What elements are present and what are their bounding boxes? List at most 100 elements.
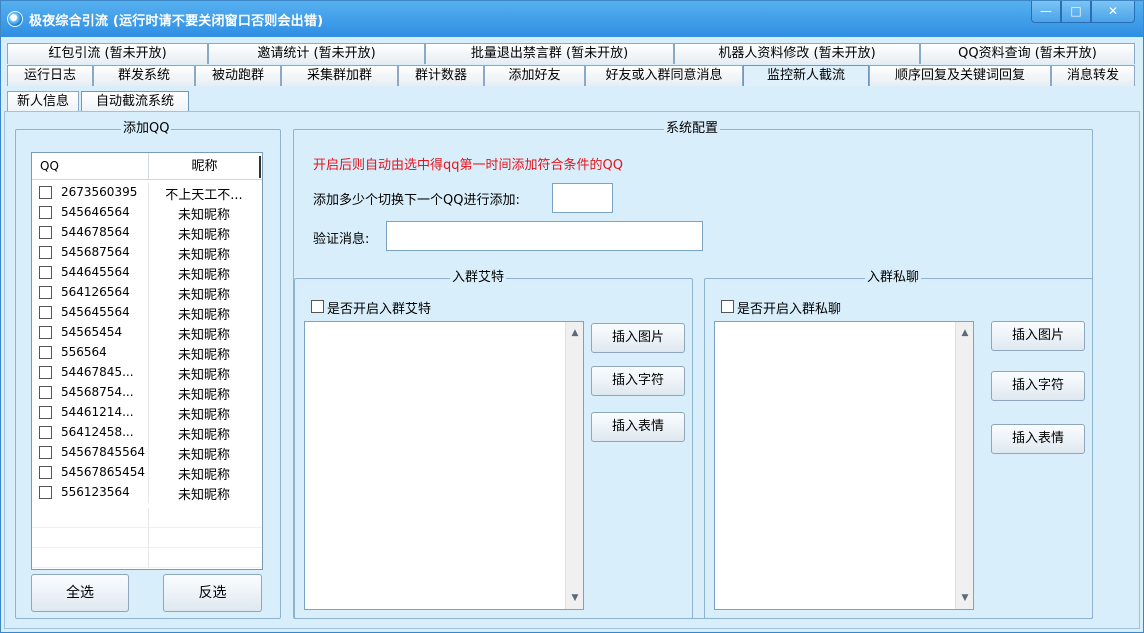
tab-qq-lookup[interactable]: QQ资料查询 (暂未开放) [920, 43, 1135, 64]
row-qq: 544645564 [61, 265, 130, 279]
scroll-down-icon[interactable]: ▼ [958, 591, 972, 605]
tab-mass-send[interactable]: 群发系统 [93, 65, 195, 86]
row-checkbox[interactable] [39, 266, 52, 279]
column-qq[interactable]: QQ [40, 159, 59, 173]
qq-list-row[interactable]: 545645564 未知昵称 [32, 303, 262, 323]
qq-list-row[interactable]: 544645564 未知昵称 [32, 263, 262, 283]
tab-passive-run[interactable]: 被动跑群 [195, 65, 281, 86]
row-qq: 545687564 [61, 245, 130, 259]
invert-selection-button[interactable]: 反选 [163, 574, 262, 612]
qq-list-row[interactable]: 54567845564 未知昵称 [32, 443, 262, 463]
qq-list-row[interactable]: 2673560395 不上天工不... [32, 183, 262, 203]
row-nickname: 未知昵称 [177, 468, 230, 483]
qq-list-row[interactable]: 556123564 未知昵称 [32, 483, 262, 503]
tab-collect-join[interactable]: 采集群加群 [281, 65, 398, 86]
close-button[interactable]: ✕ [1091, 1, 1135, 23]
add-qq-title: 添加QQ [121, 121, 172, 137]
qq-list-row[interactable]: 545646564 未知昵称 [32, 203, 262, 223]
tab-agree-message[interactable]: 好友或入群同意消息 [585, 65, 743, 86]
column-resize-handle[interactable] [259, 156, 261, 178]
qq-list-row[interactable]: 56412458... 未知昵称 [32, 423, 262, 443]
qq-list-row[interactable]: 556564 未知昵称 [32, 343, 262, 363]
qq-list-row[interactable]: 54467845... 未知昵称 [32, 363, 262, 383]
private-insert-char-button[interactable]: 插入字符 [991, 371, 1085, 401]
tab-robot-profile[interactable]: 机器人资料修改 (暂未开放) [674, 43, 920, 64]
tab-invite-stats[interactable]: 邀请统计 (暂未开放) [208, 43, 425, 64]
private-chat-message-textarea[interactable]: ▲ ▼ [714, 321, 974, 610]
select-all-button[interactable]: 全选 [31, 574, 129, 612]
row-qq: 556123564 [61, 485, 130, 499]
at-group-enable-checkbox[interactable] [311, 300, 324, 313]
row-qq: 544678564 [61, 225, 130, 239]
row-checkbox[interactable] [39, 286, 52, 299]
qq-list-empty-row [32, 508, 262, 528]
row-checkbox[interactable] [39, 466, 52, 479]
row-checkbox[interactable] [39, 406, 52, 419]
row-checkbox[interactable] [39, 426, 52, 439]
at-group-scrollbar[interactable]: ▲ ▼ [565, 322, 583, 609]
tab-add-friend[interactable]: 添加好友 [484, 65, 585, 86]
tab-run-log[interactable]: 运行日志 [7, 65, 93, 86]
row-checkbox[interactable] [39, 446, 52, 459]
qq-list[interactable]: QQ 昵称 2673560395 不上天工不... 545646564 未知昵称 544… [31, 152, 263, 570]
column-nickname[interactable]: 昵称 [148, 153, 260, 180]
scroll-down-icon[interactable]: ▼ [568, 591, 582, 605]
verify-message-input[interactable] [386, 221, 703, 251]
row-checkbox[interactable] [39, 186, 52, 199]
scroll-up-icon[interactable]: ▲ [568, 326, 582, 340]
qq-list-row[interactable]: 54461214... 未知昵称 [32, 403, 262, 423]
private-chat-enable-checkbox[interactable] [721, 300, 734, 313]
row-qq: 54565454 [61, 325, 123, 339]
at-insert-char-button[interactable]: 插入字符 [591, 366, 685, 396]
row-nickname: 未知昵称 [177, 308, 230, 323]
private-chat-enable-label: 是否开启入群私聊 [737, 302, 842, 317]
qq-list-row[interactable]: 564126564 未知昵称 [32, 283, 262, 303]
qq-list-row[interactable]: 544678564 未知昵称 [32, 223, 262, 243]
row-checkbox[interactable] [39, 326, 52, 339]
at-insert-emoji-button[interactable]: 插入表情 [591, 412, 685, 442]
row-checkbox[interactable] [39, 346, 52, 359]
switch-count-label: 添加多少个切换下一个QQ进行添加: [313, 193, 520, 208]
row-checkbox[interactable] [39, 386, 52, 399]
qq-list-header: QQ 昵称 [32, 153, 262, 180]
qq-list-row[interactable]: 545687564 未知昵称 [32, 243, 262, 263]
tab-auto-intercept[interactable]: 自动截流系统 [81, 91, 189, 112]
row-checkbox[interactable] [39, 226, 52, 239]
app-logo-icon [7, 11, 23, 27]
row-checkbox[interactable] [39, 306, 52, 319]
app-window: 极夜综合引流 (运行时请不要关闭窗口否则会出错) — □ ✕ 红包引流 (暂未开… [0, 0, 1144, 633]
tab-monitor-newcomer[interactable]: 监控新人截流 [743, 65, 869, 86]
tab-batch-exit[interactable]: 批量退出禁言群 (暂未开放) [425, 43, 674, 64]
row-nickname: 未知昵称 [177, 488, 230, 503]
tab-forward[interactable]: 消息转发 [1051, 65, 1135, 86]
tab-keyword-reply[interactable]: 顺序回复及关键词回复 [869, 65, 1051, 86]
row-qq: 56412458... [61, 425, 134, 439]
row-checkbox[interactable] [39, 206, 52, 219]
at-group-title: 入群艾特 [450, 270, 507, 286]
row-qq: 564126564 [61, 285, 130, 299]
tab-group-counter[interactable]: 群计数器 [398, 65, 484, 86]
private-chat-scrollbar[interactable]: ▲ ▼ [955, 322, 973, 609]
row-checkbox[interactable] [39, 246, 52, 259]
row-qq: 556564 [61, 345, 107, 359]
row-checkbox[interactable] [39, 486, 52, 499]
at-insert-image-button[interactable]: 插入图片 [591, 323, 685, 353]
qq-list-row[interactable]: 54565454 未知昵称 [32, 323, 262, 343]
private-insert-image-button[interactable]: 插入图片 [991, 321, 1085, 351]
private-insert-emoji-button[interactable]: 插入表情 [991, 424, 1085, 454]
row-nickname: 未知昵称 [177, 248, 230, 263]
maximize-button[interactable]: □ [1061, 1, 1091, 23]
scroll-up-icon[interactable]: ▲ [958, 326, 972, 340]
tab-newcomer-info[interactable]: 新人信息 [7, 91, 79, 112]
tab-redpacket[interactable]: 红包引流 (暂未开放) [7, 43, 208, 64]
switch-count-input[interactable] [552, 183, 613, 213]
row-nickname: 未知昵称 [177, 328, 230, 343]
close-icon: ✕ [1107, 4, 1119, 18]
title-bar[interactable]: 极夜综合引流 (运行时请不要关闭窗口否则会出错) — □ ✕ [1, 1, 1143, 37]
qq-list-row[interactable]: 54568754... 未知昵称 [32, 383, 262, 403]
qq-list-row[interactable]: 54567865454 未知昵称 [32, 463, 262, 483]
at-group-message-textarea[interactable]: ▲ ▼ [304, 321, 584, 610]
row-nickname: 未知昵称 [177, 368, 230, 383]
minimize-button[interactable]: — [1031, 1, 1061, 23]
row-checkbox[interactable] [39, 366, 52, 379]
